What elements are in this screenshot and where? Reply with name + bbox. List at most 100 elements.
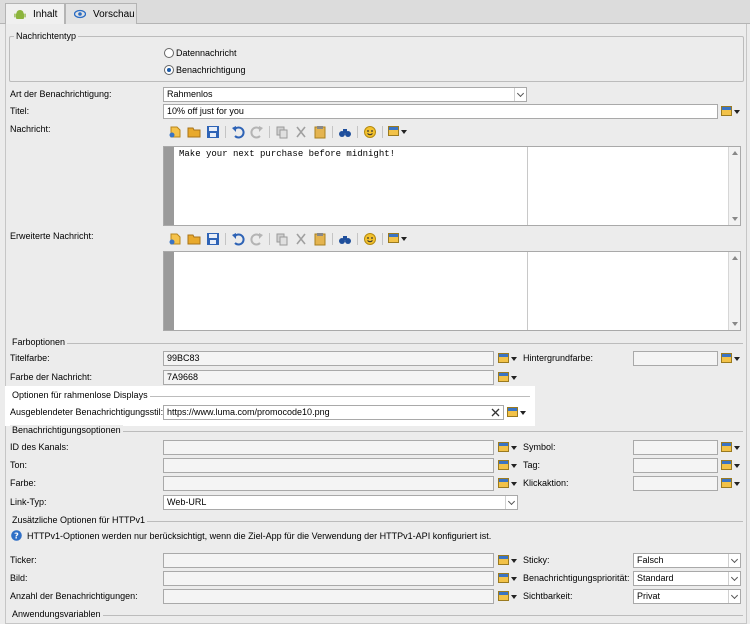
sticky-select[interactable]: Falsch: [633, 553, 741, 568]
title-personalize-picker[interactable]: [721, 105, 740, 118]
symbol-input[interactable]: [633, 440, 718, 455]
background-color-picker[interactable]: [721, 352, 740, 365]
count-input[interactable]: [163, 589, 494, 604]
tab-bar: Inhalt Vorschau: [0, 0, 750, 25]
scroll-up-icon[interactable]: [732, 151, 738, 155]
sticky-value: Falsch: [637, 555, 664, 565]
toolbar-separator: [225, 233, 226, 245]
message-color-input[interactable]: 7A9668: [163, 370, 494, 385]
priority-value: Standard: [637, 573, 674, 583]
open-folder-icon[interactable]: [187, 232, 201, 246]
title-input[interactable]: 10% off just for you: [163, 104, 718, 119]
link-type-select[interactable]: Web-URL: [163, 495, 518, 510]
paste-icon[interactable]: [313, 125, 327, 139]
httpv1-info-text: HTTPv1-Optionen werden nur berücksichtig…: [27, 531, 492, 541]
dropdown-arrow-icon: [511, 376, 517, 380]
visibility-select[interactable]: Privat: [633, 589, 741, 604]
sound-label: Ton:: [10, 460, 28, 470]
extended-message-editor[interactable]: [163, 251, 741, 331]
channel-id-input[interactable]: [163, 440, 494, 455]
color-input[interactable]: [163, 476, 494, 491]
radio-notification[interactable]: [164, 65, 174, 75]
clear-icon[interactable]: [491, 408, 500, 417]
title-color-picker[interactable]: [498, 352, 517, 365]
symbol-label: Symbol:: [523, 442, 556, 452]
sound-input[interactable]: [163, 458, 494, 473]
emoji-icon[interactable]: [363, 125, 377, 139]
color-label: Farbe:: [10, 478, 37, 488]
undo-icon[interactable]: [231, 125, 245, 139]
priority-select[interactable]: Standard: [633, 571, 741, 586]
emoji-icon[interactable]: [363, 232, 377, 246]
undo-icon[interactable]: [231, 232, 245, 246]
extended-personalize-picker[interactable]: [388, 232, 407, 245]
redo-icon[interactable]: [250, 125, 264, 139]
channel-id-label: ID des Kanals:: [10, 442, 69, 452]
message-type-legend: Nachrichtentyp: [14, 31, 79, 42]
toolbar-separator: [269, 233, 270, 245]
save-icon[interactable]: [206, 125, 220, 139]
color-picker[interactable]: [498, 477, 517, 490]
message-color-picker[interactable]: [498, 371, 517, 384]
dropdown-arrow-icon: [401, 130, 407, 134]
scroll-up-icon[interactable]: [732, 256, 738, 260]
paste-icon[interactable]: [313, 232, 327, 246]
find-binoculars-icon[interactable]: [338, 125, 352, 139]
new-document-icon[interactable]: [168, 232, 182, 246]
hidden-style-input[interactable]: https://www.luma.com/promocode10.png: [163, 405, 504, 420]
image-picker[interactable]: [498, 572, 517, 585]
dropdown-arrow-icon: [511, 482, 517, 486]
tag-picker[interactable]: [721, 459, 740, 472]
ticker-picker[interactable]: [498, 554, 517, 567]
tag-input[interactable]: [633, 458, 718, 473]
message-editor[interactable]: Make your next purchase before midnight!: [163, 146, 741, 226]
personalize-icon: [721, 353, 732, 363]
personalize-icon: [507, 407, 518, 417]
tab-vorschau[interactable]: Vorschau: [65, 3, 137, 24]
message-personalize-picker[interactable]: [388, 125, 407, 138]
channel-id-picker[interactable]: [498, 441, 517, 454]
toolbar-separator: [225, 126, 226, 138]
count-picker[interactable]: [498, 590, 517, 603]
cut-icon[interactable]: [294, 125, 308, 139]
notification-type-label: Art der Benachrichtigung:: [10, 89, 112, 99]
toolbar-separator: [332, 233, 333, 245]
save-icon[interactable]: [206, 232, 220, 246]
notification-type-select[interactable]: Rahmenlos: [163, 87, 527, 102]
editor-gutter: [164, 252, 174, 330]
title-color-input[interactable]: 99BC83: [163, 351, 494, 366]
radio-notification-label: Benachrichtigung: [176, 65, 246, 75]
dropdown-arrow-icon: [511, 577, 517, 581]
find-binoculars-icon[interactable]: [338, 232, 352, 246]
tab-inhalt-label: Inhalt: [33, 9, 58, 20]
dropdown-arrow-icon: [734, 110, 740, 114]
copy-icon[interactable]: [275, 232, 289, 246]
ticker-input[interactable]: [163, 553, 494, 568]
tab-inhalt[interactable]: Inhalt: [5, 3, 65, 25]
android-icon: [14, 9, 26, 19]
open-folder-icon[interactable]: [187, 125, 201, 139]
image-input[interactable]: [163, 571, 494, 586]
click-action-label: Klickaktion:: [523, 478, 569, 488]
dropdown-arrow-icon: [520, 411, 526, 415]
redo-icon[interactable]: [250, 232, 264, 246]
app-vars-legend: Anwendungsvariablen: [10, 609, 103, 620]
sound-picker[interactable]: [498, 459, 517, 472]
cut-icon[interactable]: [294, 232, 308, 246]
copy-icon[interactable]: [275, 125, 289, 139]
toolbar-separator: [357, 126, 358, 138]
scroll-down-icon[interactable]: [732, 322, 738, 326]
new-document-icon[interactable]: [168, 125, 182, 139]
click-action-input[interactable]: [633, 476, 718, 491]
symbol-picker[interactable]: [721, 441, 740, 454]
tag-label: Tag:: [523, 460, 541, 470]
extended-scrollbar[interactable]: [728, 252, 740, 330]
hidden-style-picker[interactable]: [507, 406, 526, 419]
message-scrollbar[interactable]: [728, 147, 740, 225]
click-action-picker[interactable]: [721, 477, 740, 490]
dropdown-arrow-icon: [734, 446, 740, 450]
scroll-down-icon[interactable]: [732, 217, 738, 221]
radio-data-message[interactable]: [164, 48, 174, 58]
background-color-input[interactable]: [633, 351, 718, 366]
chevron-down-icon: [728, 554, 740, 567]
